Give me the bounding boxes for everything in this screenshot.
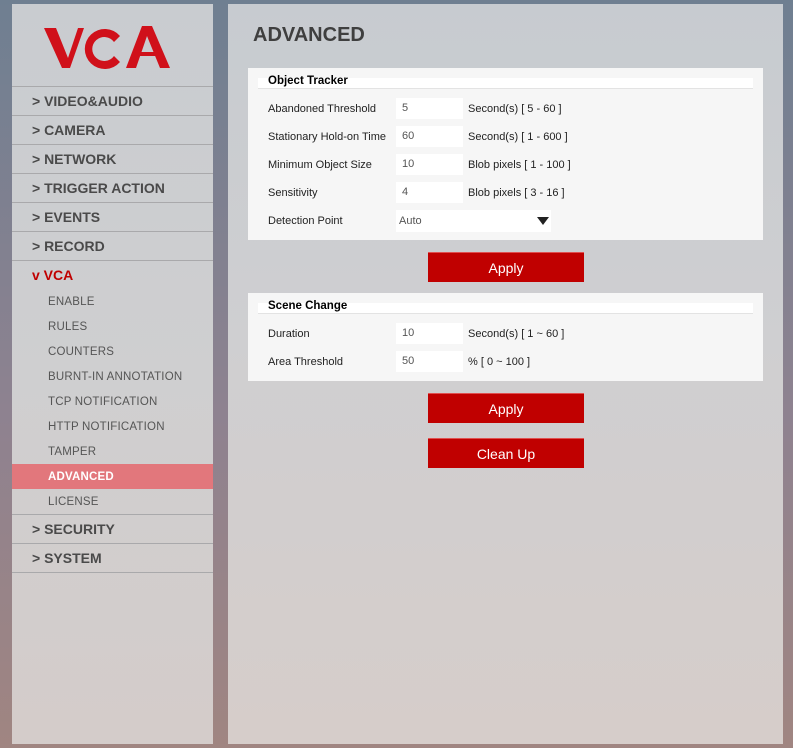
object-tracker-header: Object Tracker <box>258 75 753 89</box>
abandoned-threshold-label: Abandoned Threshold <box>268 103 377 115</box>
nav-system[interactable]: > SYSTEM <box>12 543 213 572</box>
nav-vca-http-notification[interactable]: HTTP NOTIFICATION <box>12 414 213 439</box>
nav-vca-enable[interactable]: ENABLE <box>12 289 213 314</box>
detection-point-select[interactable]: Auto <box>396 210 551 232</box>
nav-vca-counters[interactable]: COUNTERS <box>12 339 213 364</box>
nav-camera[interactable]: > CAMERA <box>12 115 213 144</box>
nav-security[interactable]: > SECURITY <box>12 514 213 543</box>
nav-vca[interactable]: v VCA <box>12 260 213 289</box>
area-threshold-input[interactable]: 50 <box>396 351 463 372</box>
nav-events[interactable]: > EVENTS <box>12 202 213 231</box>
min-object-size-row: Minimum Object Size 10 Blob pixels [ 1 -… <box>268 154 748 176</box>
sensitivity-row: Sensitivity 4 Blob pixels [ 3 - 16 ] <box>268 182 748 204</box>
sensitivity-input[interactable]: 4 <box>396 182 463 203</box>
sidebar: > VIDEO&AUDIO > CAMERA > NETWORK > TRIGG… <box>12 4 213 744</box>
duration-input[interactable]: 10 <box>396 323 463 344</box>
scene-change-header: Scene Change <box>258 300 753 314</box>
area-threshold-row: Area Threshold 50 % [ 0 ~ 100 ] <box>268 351 748 373</box>
stationary-hold-range: Second(s) [ 1 - 600 ] <box>468 131 568 143</box>
abandoned-threshold-row: Abandoned Threshold 5 Second(s) [ 5 - 60… <box>268 98 748 120</box>
nav-record[interactable]: > RECORD <box>12 231 213 260</box>
duration-range: Second(s) [ 1 ~ 60 ] <box>468 328 565 340</box>
nav-vca-burnt-in-annotation[interactable]: BURNT-IN ANNOTATION <box>12 364 213 389</box>
nav-divider <box>12 572 213 573</box>
nav-vca-tamper[interactable]: TAMPER <box>12 439 213 464</box>
object-tracker-title: Object Tracker <box>268 75 348 87</box>
duration-row: Duration 10 Second(s) [ 1 ~ 60 ] <box>268 323 748 345</box>
nav-vca-advanced[interactable]: ADVANCED <box>12 464 213 489</box>
area-threshold-label: Area Threshold <box>268 356 344 368</box>
abandoned-threshold-range: Second(s) [ 5 - 60 ] <box>468 103 562 115</box>
nav-video-audio[interactable]: > VIDEO&AUDIO <box>12 86 213 115</box>
main-nav: > VIDEO&AUDIO > CAMERA > NETWORK > TRIGG… <box>12 86 213 573</box>
duration-label: Duration <box>268 328 310 340</box>
nav-network[interactable]: > NETWORK <box>12 144 213 173</box>
chevron-down-icon <box>537 217 549 225</box>
abandoned-threshold-input[interactable]: 5 <box>396 98 463 119</box>
nav-vca-rules[interactable]: RULES <box>12 314 213 339</box>
stationary-hold-row: Stationary Hold-on Time 60 Second(s) [ 1… <box>268 126 748 148</box>
sensitivity-label: Sensitivity <box>268 187 318 199</box>
detection-point-value: Auto <box>399 215 422 227</box>
main-content: ADVANCED Object Tracker Abandoned Thresh… <box>228 4 783 744</box>
detection-point-label: Detection Point <box>268 215 343 227</box>
sensitivity-range: Blob pixels [ 3 - 16 ] <box>468 187 565 199</box>
min-object-size-input[interactable]: 10 <box>396 154 463 175</box>
scene-change-apply-button[interactable]: Apply <box>428 393 584 423</box>
vca-logo <box>44 26 170 69</box>
min-object-size-range: Blob pixels [ 1 - 100 ] <box>468 159 571 171</box>
area-threshold-range: % [ 0 ~ 100 ] <box>468 356 531 368</box>
stationary-hold-input[interactable]: 60 <box>396 126 463 147</box>
scene-change-panel: Scene Change Duration 10 Second(s) [ 1 ~… <box>248 293 763 381</box>
nav-trigger-action[interactable]: > TRIGGER ACTION <box>12 173 213 202</box>
min-object-size-label: Minimum Object Size <box>268 159 372 171</box>
object-tracker-panel: Object Tracker Abandoned Threshold 5 Sec… <box>248 68 763 240</box>
clean-up-button[interactable]: Clean Up <box>428 438 584 468</box>
nav-vca-license[interactable]: LICENSE <box>12 489 213 514</box>
object-tracker-apply-button[interactable]: Apply <box>428 252 584 282</box>
page-title: ADVANCED <box>253 24 365 46</box>
detection-point-row: Detection Point Auto <box>268 210 748 232</box>
nav-vca-tcp-notification[interactable]: TCP NOTIFICATION <box>12 389 213 414</box>
scene-change-title: Scene Change <box>268 300 348 312</box>
stationary-hold-label: Stationary Hold-on Time <box>268 131 386 143</box>
